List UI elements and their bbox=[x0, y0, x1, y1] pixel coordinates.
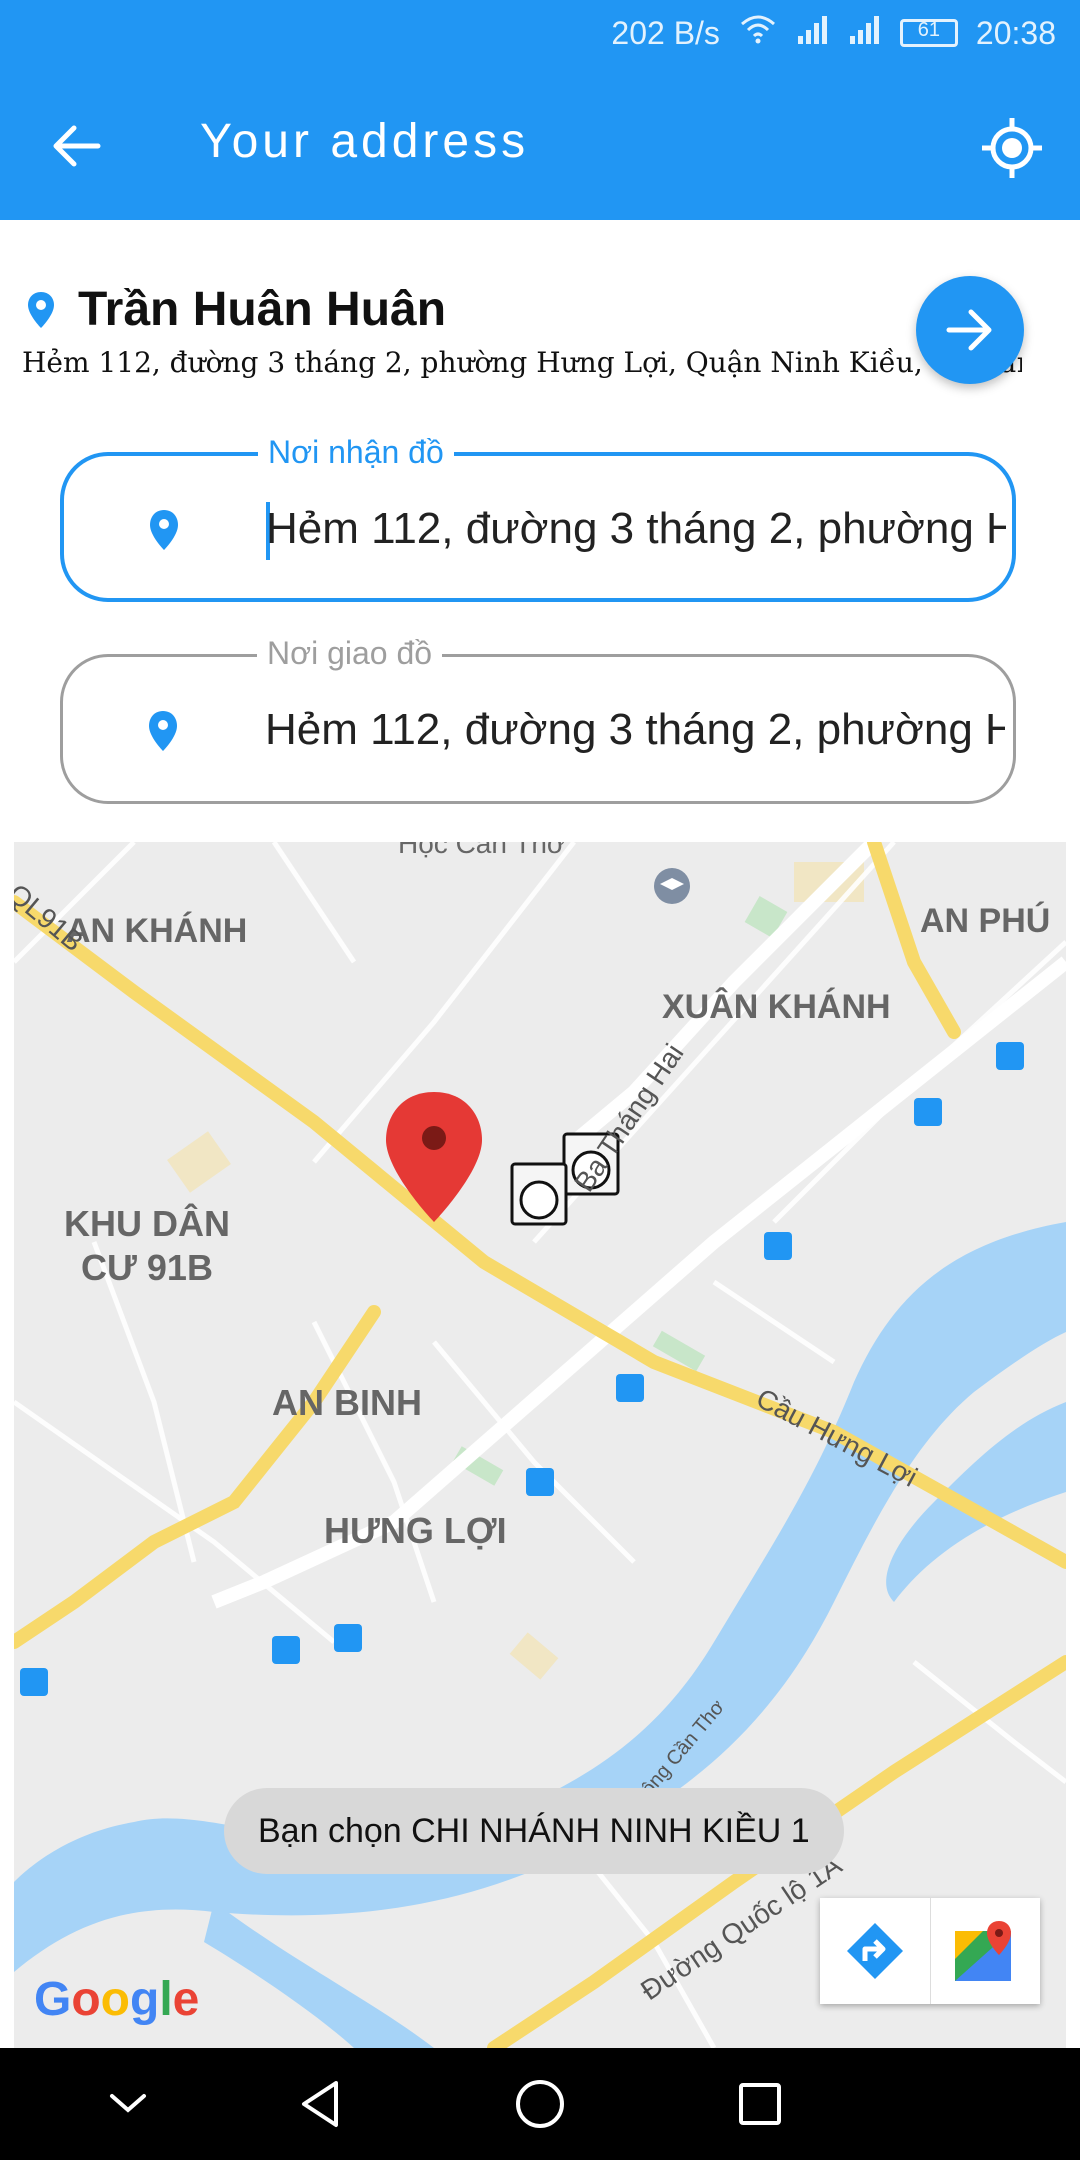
arrow-right-icon bbox=[946, 309, 992, 351]
pickup-label: Nơi nhận đồ bbox=[258, 434, 454, 471]
map-label-an-binh: AN BINH bbox=[272, 1382, 422, 1423]
square-recents-icon bbox=[739, 2083, 781, 2125]
triangle-back-icon bbox=[302, 2081, 338, 2127]
map-label-top: Học Cần Thơ bbox=[398, 842, 566, 859]
map-pin-icon bbox=[149, 711, 177, 751]
google-logo: Google bbox=[34, 1973, 200, 2026]
back-button[interactable] bbox=[40, 110, 112, 182]
delivery-label: Nơi giao đồ bbox=[257, 635, 443, 672]
net-speed: 202 B/s bbox=[611, 14, 720, 51]
directions-button[interactable] bbox=[820, 1898, 930, 2004]
map-toolbar bbox=[820, 1898, 1040, 2004]
arrow-left-icon bbox=[53, 125, 101, 167]
directions-icon bbox=[846, 1923, 903, 1979]
my-location-icon bbox=[982, 118, 1042, 178]
chevron-down-icon bbox=[110, 2094, 146, 2113]
circle-home-icon bbox=[516, 2080, 564, 2128]
user-name: Trần Huân Huân bbox=[78, 283, 447, 336]
pickup-field[interactable]: Nơi nhận đồ Hẻm 112, đường 3 tháng 2, ph… bbox=[60, 434, 1016, 602]
app-bar: Your address bbox=[0, 70, 1080, 220]
delivery-field[interactable]: Nơi giao đồ Hẻm 112, đường 3 tháng 2, ph… bbox=[60, 635, 1016, 804]
confirm-button[interactable] bbox=[916, 276, 1024, 384]
map-label-khu-dan-cu: KHU DÂN CƯ 91B bbox=[64, 1202, 230, 1290]
nav-collapse-button[interactable] bbox=[92, 2068, 164, 2140]
clock: 20:38 bbox=[975, 14, 1056, 51]
map-label-xuan-khanh: XUÂN KHÁNH bbox=[662, 988, 891, 1026]
address-panel: Trần Huân Huân Hẻm 112, đường 3 tháng 2,… bbox=[0, 220, 1080, 840]
user-row: Trần Huân Huân bbox=[26, 282, 446, 337]
my-location-button[interactable] bbox=[972, 108, 1052, 188]
battery-level: 61 bbox=[917, 19, 941, 41]
open-google-maps-button[interactable] bbox=[929, 1898, 1041, 2004]
nav-home-button[interactable] bbox=[504, 2068, 576, 2140]
nav-recents-button[interactable] bbox=[724, 2068, 796, 2140]
signal-icon-2 bbox=[848, 14, 882, 52]
location-pin-icon bbox=[28, 291, 54, 328]
signal-icon bbox=[796, 14, 830, 52]
selected-location-marker bbox=[386, 1092, 482, 1222]
nav-back-button[interactable] bbox=[284, 2068, 356, 2140]
status-right: 202 B/s 61 20:38 bbox=[611, 14, 1056, 52]
pickup-input[interactable]: Hẻm 112, đường 3 tháng 2, phường Hưng Lợ… bbox=[266, 504, 1006, 554]
map-view[interactable]: AN KHÁNH AN PHÚ XUÂN KHÁNH Học Cần Thơ K… bbox=[14, 842, 1066, 2048]
battery-icon: 61 bbox=[899, 19, 958, 47]
map-label-khu-dan-cu-line2: CƯ 91B bbox=[81, 1247, 213, 1288]
system-nav-bar bbox=[0, 2048, 1080, 2160]
map-label-khu-dan-cu-line1: KHU DÂN bbox=[64, 1203, 230, 1244]
map-label-an-phu: AN PHÚ bbox=[920, 902, 1051, 940]
map-pin-icon bbox=[150, 510, 178, 550]
branch-toast: Bạn chọn CHI NHÁNH NINH KIỀU 1 bbox=[224, 1788, 844, 1874]
google-maps-icon bbox=[955, 1921, 1012, 1981]
delivery-input[interactable]: Hẻm 112, đường 3 tháng 2, phường Hưng Lợ… bbox=[265, 705, 1005, 755]
map-label-an-khanh: AN KHÁNH bbox=[66, 912, 248, 950]
wifi-icon bbox=[738, 14, 778, 52]
map-label-hung-loi: HƯNG LỢI bbox=[324, 1510, 507, 1551]
user-address: Hẻm 112, đường 3 tháng 2, phường Hưng Lợ… bbox=[22, 346, 1022, 379]
page-title: Your address bbox=[200, 115, 530, 168]
status-bar: 202 B/s 61 20:38 bbox=[0, 0, 1080, 70]
